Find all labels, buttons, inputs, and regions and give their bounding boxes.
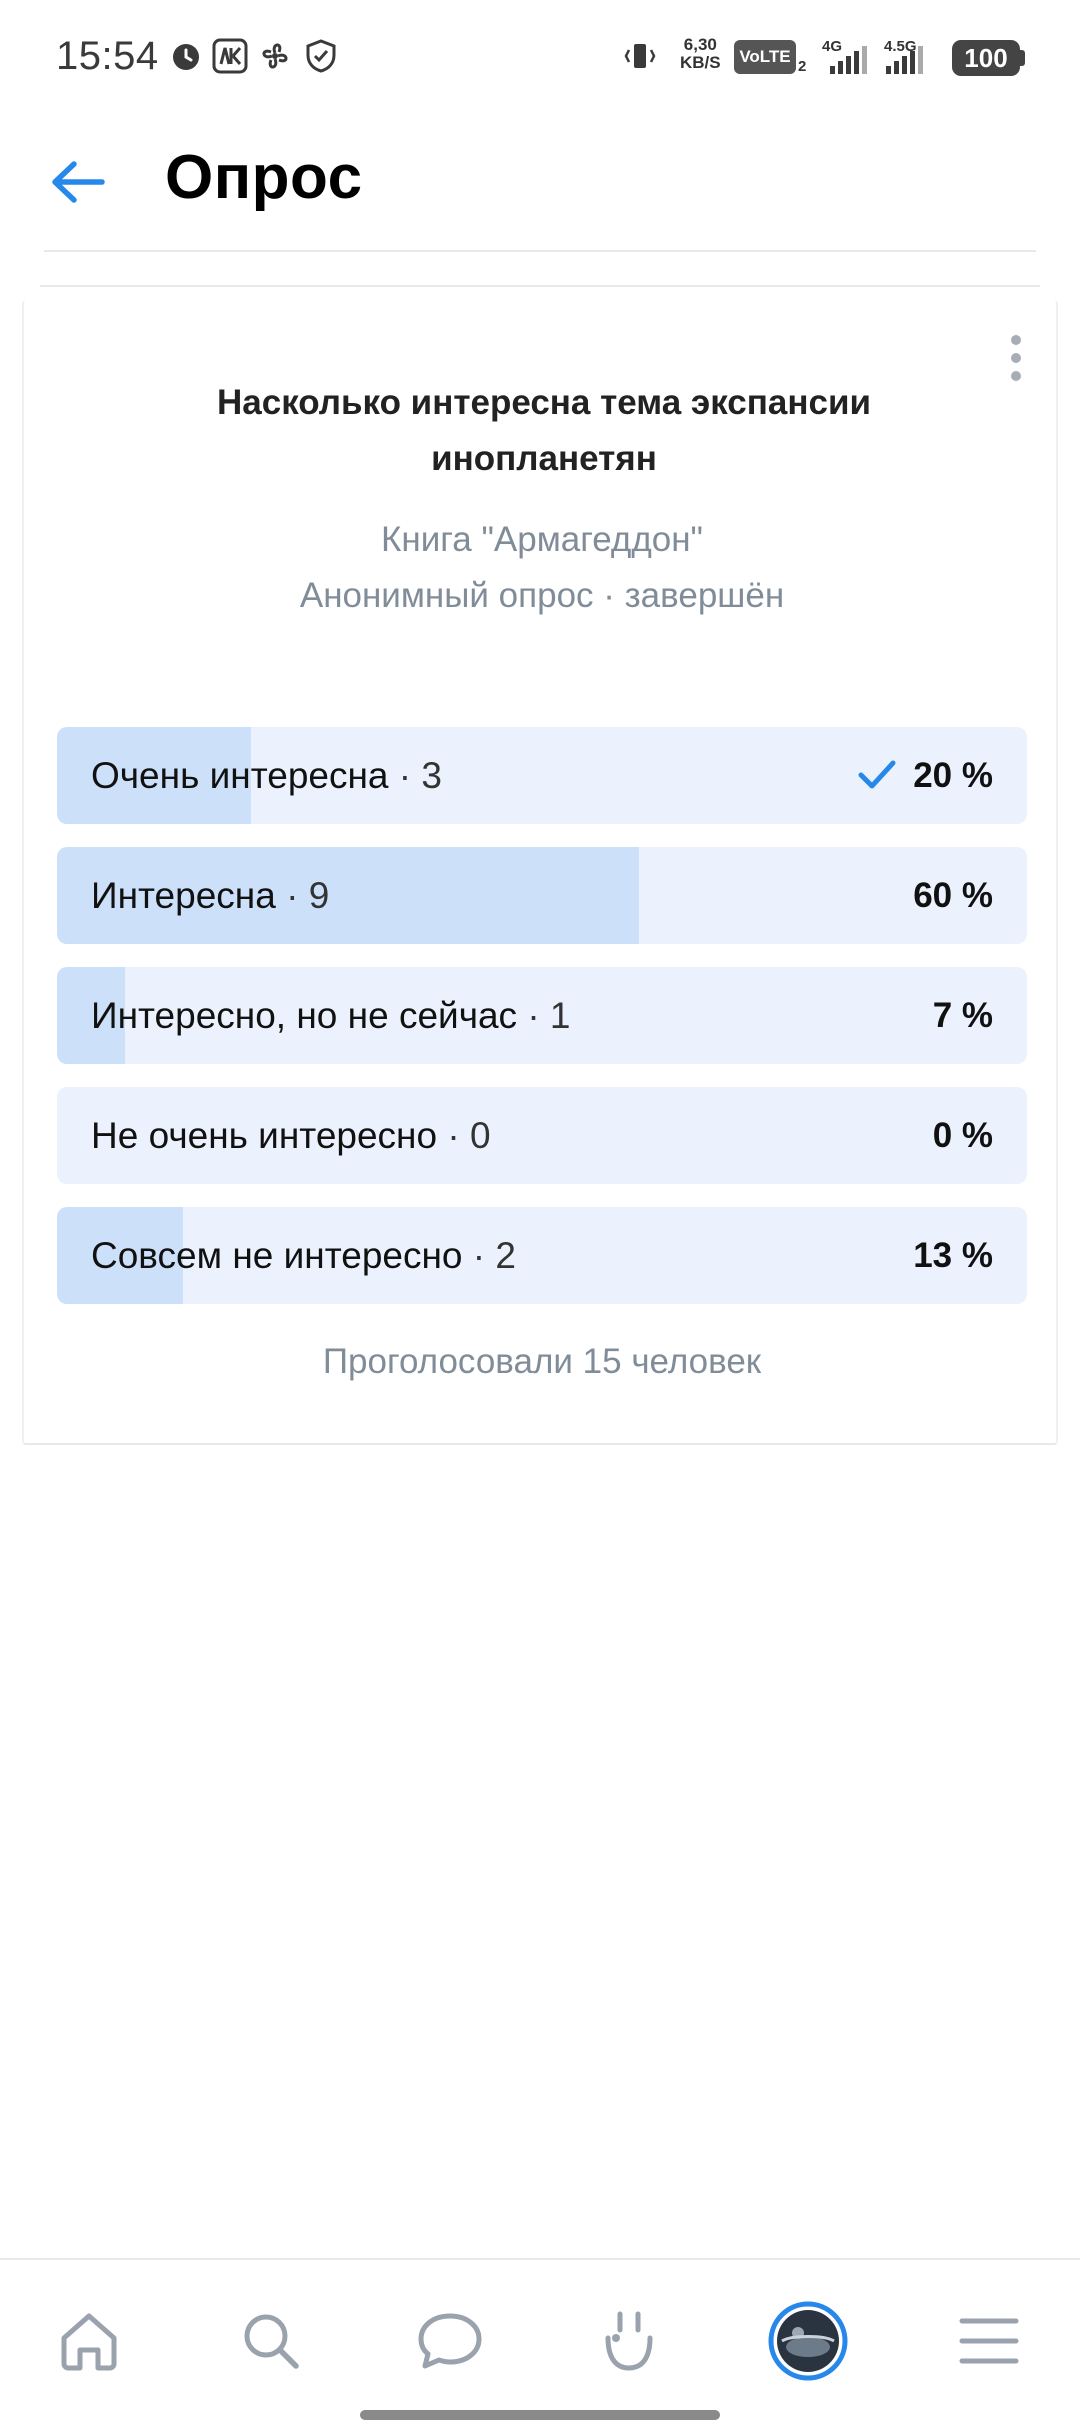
nav-search[interactable] xyxy=(226,2296,316,2386)
network-speed: 6,30 KB/S xyxy=(680,36,721,72)
shield-icon xyxy=(306,39,336,73)
poll-option[interactable]: Совсем не интересно · 2 13 % xyxy=(57,1207,1027,1304)
search-icon xyxy=(244,2314,299,2369)
option-count: · 0 xyxy=(447,1115,491,1156)
poll-meta: Анонимный опрос · завершён xyxy=(299,576,785,615)
option-label: Интересно, но не сейчас · 1 xyxy=(91,967,571,1064)
home-indicator[interactable] xyxy=(360,2410,720,2420)
clips-icon xyxy=(605,2311,653,2371)
poll-option[interactable]: Не очень интересно · 0 0 % xyxy=(57,1087,1027,1184)
volte-sim: 2 xyxy=(798,58,807,75)
option-percent: 60 % xyxy=(913,876,993,915)
signal-icon xyxy=(830,46,867,74)
speed-value: 6,30 xyxy=(683,35,717,54)
fan-icon xyxy=(262,43,288,69)
poll-card: Насколько интересна тема экспансии инопл… xyxy=(22,300,1058,1445)
screen: 15:54 6,30 KB/S VoLTE 2 4G 4.5G 100 Опро… xyxy=(0,0,1080,2436)
header-divider xyxy=(44,250,1036,252)
nav-home[interactable] xyxy=(44,2296,134,2386)
check-icon xyxy=(858,760,896,789)
nav-clips[interactable] xyxy=(584,2296,674,2386)
alarm-icon xyxy=(173,44,199,70)
volte-badge: VoLTE xyxy=(734,40,796,74)
card-divider xyxy=(40,285,1040,287)
poll-option[interactable]: Очень интересна · 3 20 % xyxy=(57,727,1027,824)
app-header: Опрос xyxy=(0,112,1080,252)
option-percent: 7 % xyxy=(932,996,993,1035)
more-dot-icon xyxy=(1011,371,1021,381)
poll-source: Книга "Армагеддон" xyxy=(381,520,703,559)
option-label-text: Интересна xyxy=(91,875,276,916)
battery-indicator: 100 xyxy=(952,40,1020,76)
arrow-left-icon xyxy=(52,161,105,203)
option-label-text: Интересно, но не сейчас xyxy=(91,995,518,1036)
poll-option[interactable]: Интересно, но не сейчас · 1 7 % xyxy=(57,967,1027,1064)
vibrate-icon xyxy=(624,44,656,68)
poll-question: Насколько интересна тема экспансии инопл… xyxy=(217,383,871,478)
page-title: Опрос xyxy=(165,143,363,212)
more-dot-icon xyxy=(1011,353,1021,363)
speed-unit: KB/S xyxy=(680,53,721,72)
more-dot-icon xyxy=(1011,335,1021,345)
option-label: Совсем не интересно · 2 xyxy=(91,1207,516,1304)
option-label: Интересна · 9 xyxy=(91,847,329,944)
profile-avatar xyxy=(768,2301,848,2381)
nav-menu[interactable] xyxy=(944,2296,1034,2386)
menu-icon xyxy=(959,2318,1019,2364)
signal-icon-2 xyxy=(886,46,923,74)
status-bar: 15:54 6,30 KB/S VoLTE 2 4G 4.5G 100 xyxy=(0,0,1080,112)
poll-option[interactable]: Интересна · 9 60 % xyxy=(57,847,1027,944)
option-label: Не очень интересно · 0 xyxy=(91,1087,491,1184)
nav-messages[interactable] xyxy=(405,2296,495,2386)
battery-tip xyxy=(1020,50,1025,66)
option-count: · 9 xyxy=(286,875,330,916)
nav-profile[interactable] xyxy=(763,2296,853,2386)
option-percent: 0 % xyxy=(932,1116,993,1155)
option-count: · 1 xyxy=(527,995,571,1036)
app-notification-icon xyxy=(212,38,248,74)
option-percent: 20 % xyxy=(913,756,993,795)
messages-icon xyxy=(418,2313,482,2369)
back-button[interactable] xyxy=(36,140,120,224)
status-time: 15:54 xyxy=(56,34,159,78)
option-label: Очень интересна · 3 xyxy=(91,727,442,824)
option-label-text: Очень интересна xyxy=(91,755,389,796)
option-label-text: Совсем не интересно xyxy=(91,1235,463,1276)
more-options-button[interactable] xyxy=(996,328,1036,388)
votes-total: Проголосовали 15 человек xyxy=(322,1342,762,1381)
home-icon xyxy=(61,2313,117,2371)
option-count: · 2 xyxy=(472,1235,516,1276)
option-count: · 3 xyxy=(398,755,442,796)
option-label-text: Не очень интересно xyxy=(91,1115,438,1156)
option-percent: 13 % xyxy=(913,1236,993,1275)
